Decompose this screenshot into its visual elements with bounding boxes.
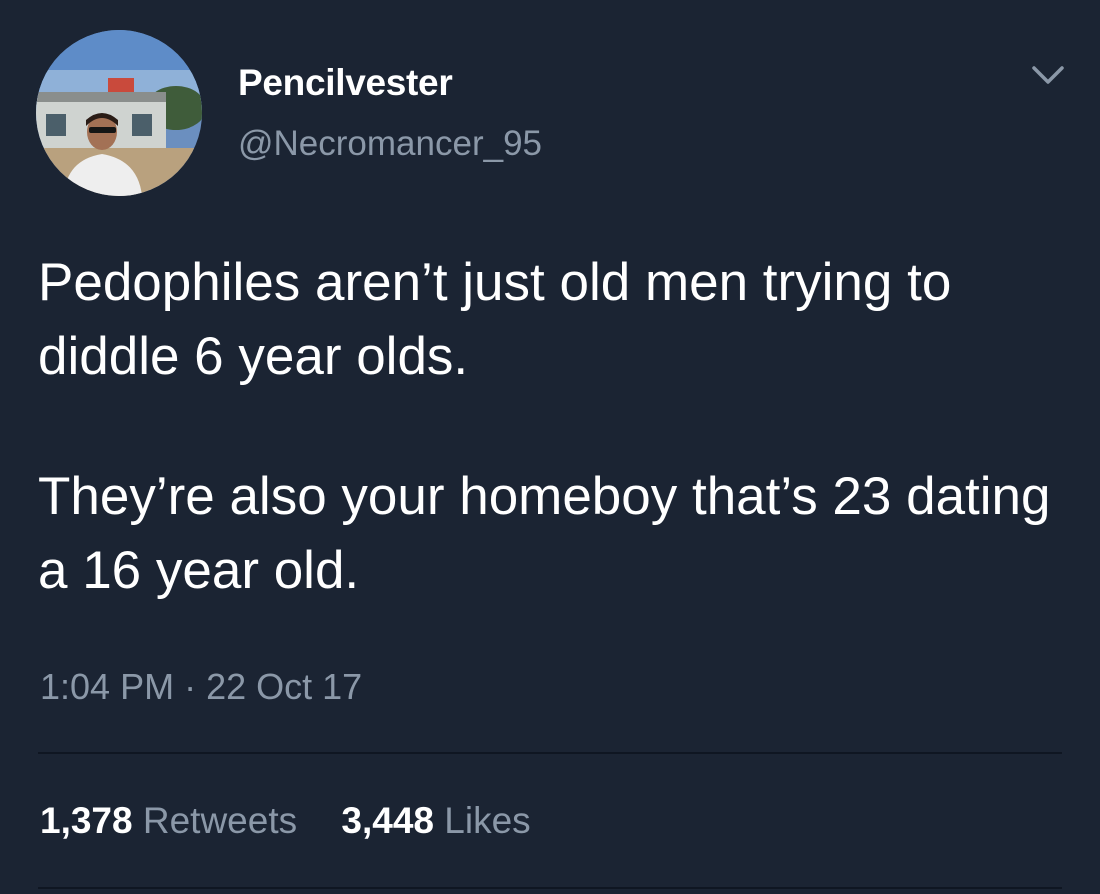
timestamp-separator: · — [184, 666, 197, 707]
avatar-photo — [36, 30, 202, 196]
tweet-stats: 1,378 Retweets 3,448 Likes — [40, 800, 565, 842]
likes-label: Likes — [444, 800, 531, 841]
tweet-paragraph: Pedophiles aren’t just old men trying to… — [38, 253, 952, 386]
tweet-date: 22 Oct 17 — [206, 666, 363, 707]
tweet-timestamp[interactable]: 1:04 PM · 22 Oct 17 — [40, 666, 362, 708]
likes-count: 3,448 — [341, 800, 434, 841]
author-handle[interactable]: @Necromancer_95 — [238, 124, 542, 164]
divider — [38, 887, 1062, 889]
divider — [38, 752, 1062, 754]
retweets-count: 1,378 — [40, 800, 133, 841]
tweet-card: Pencilvester @Necromancer_95 Pedophiles … — [0, 0, 1100, 894]
retweets-stat[interactable]: 1,378 Retweets — [40, 800, 297, 842]
tweet-paragraph: They’re also your homeboy that’s 23 dati… — [38, 467, 1051, 600]
chevron-down-icon[interactable] — [1028, 60, 1068, 90]
likes-stat[interactable]: 3,448 Likes — [341, 800, 530, 842]
author-display-name[interactable]: Pencilvester — [238, 62, 453, 104]
tweet-time: 1:04 PM — [40, 666, 175, 707]
tweet-text: Pedophiles aren’t just old men trying to… — [38, 246, 1078, 608]
retweets-label: Retweets — [142, 800, 298, 841]
avatar[interactable] — [36, 30, 202, 196]
